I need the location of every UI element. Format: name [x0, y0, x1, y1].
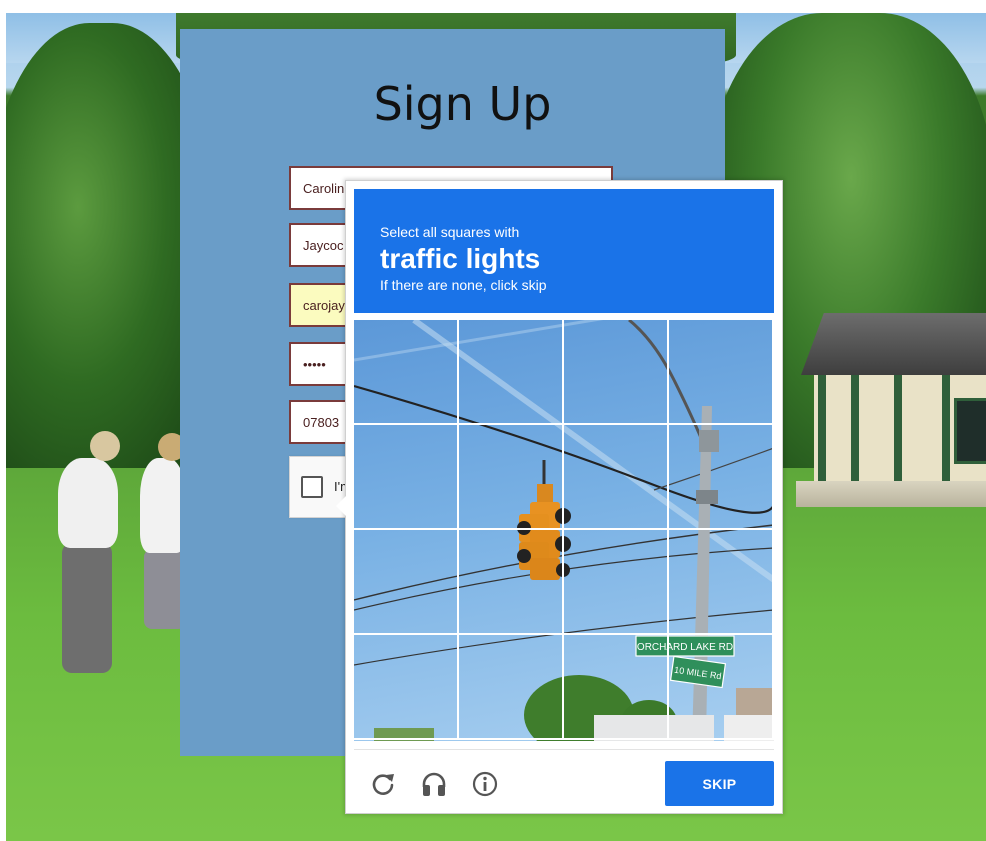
skip-button[interactable]: SKIP	[665, 761, 774, 806]
captcha-tile[interactable]	[459, 530, 564, 635]
pavilion-post	[818, 375, 826, 487]
captcha-hint: If there are none, click skip	[380, 277, 547, 293]
pavilion-deck	[796, 481, 986, 507]
captcha-tile[interactable]	[354, 635, 459, 740]
captcha-target-object: traffic lights	[380, 243, 541, 274]
captcha-tile[interactable]	[669, 425, 774, 530]
captcha-tile[interactable]	[669, 320, 774, 425]
info-icon[interactable]	[471, 770, 499, 798]
pavilion-roof	[801, 313, 986, 375]
captcha-challenge-dialog: Select all squares with traffic lights I…	[336, 180, 783, 814]
person-head	[90, 431, 120, 461]
pavilion-post	[851, 375, 859, 487]
captcha-tile[interactable]	[459, 320, 564, 425]
captcha-tile[interactable]	[564, 635, 669, 740]
dialog-pointer	[336, 496, 346, 516]
headphones-icon[interactable]	[420, 770, 448, 798]
captcha-tile[interactable]	[669, 530, 774, 635]
captcha-tile[interactable]	[354, 320, 459, 425]
captcha-tile[interactable]	[564, 530, 669, 635]
captcha-instruction: Select all squares with	[380, 224, 520, 240]
captcha-tile[interactable]	[354, 425, 459, 530]
captcha-tile[interactable]	[564, 425, 669, 530]
captcha-image-grid: ORCHARD LAKE RD 10 MILE Rd	[354, 320, 774, 741]
pavilion-post	[894, 375, 902, 487]
page-title: Sign Up	[373, 77, 552, 131]
pavilion-post	[942, 375, 950, 487]
person-legs	[62, 543, 112, 673]
person-body	[58, 458, 118, 548]
captcha-tile[interactable]	[354, 530, 459, 635]
pavilion-window	[954, 398, 986, 464]
captcha-tile[interactable]	[669, 635, 774, 740]
captcha-tile[interactable]	[564, 320, 669, 425]
recaptcha-checkbox[interactable]	[301, 476, 323, 498]
captcha-footer: SKIP	[354, 749, 774, 808]
captcha-header: Select all squares with traffic lights I…	[354, 189, 774, 313]
captcha-tile[interactable]	[459, 425, 564, 530]
captcha-tile[interactable]	[459, 635, 564, 740]
reload-icon[interactable]	[369, 770, 397, 798]
